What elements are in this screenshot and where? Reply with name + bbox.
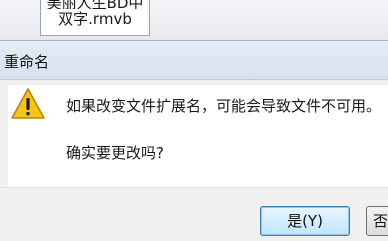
file-name-line1: 美丽人生BD中英 xyxy=(46,0,144,9)
warning-icon xyxy=(11,88,45,119)
dialog-titlebar[interactable]: 重命名 xyxy=(0,41,388,80)
dialog-button-bar: 是(Y) 否 xyxy=(0,187,388,241)
file-name-line2: 双字.rmvb xyxy=(58,10,132,28)
yes-button[interactable]: 是(Y) xyxy=(260,206,350,236)
dialog-question: 确实要更改吗? xyxy=(66,144,164,162)
dialog-message: 如果改变文件扩展名，可能会导致文件不可用。 xyxy=(66,97,382,115)
desktop-background: 美丽人生BD中英 双字.rmvb xyxy=(0,0,388,40)
no-button[interactable]: 否 xyxy=(366,206,388,236)
rename-dialog: 重命名 如果改变文件扩展名，可能会导致文件不可用。 确实要更改吗? 是(Y) 否 xyxy=(0,40,388,241)
file-name-label[interactable]: 美丽人生BD中英 双字.rmvb xyxy=(40,0,150,36)
screen: 美丽人生BD中英 双字.rmvb 重命名 如果改变文件扩展名，可能会导致文件不可… xyxy=(0,0,388,241)
dialog-title: 重命名 xyxy=(4,53,50,71)
